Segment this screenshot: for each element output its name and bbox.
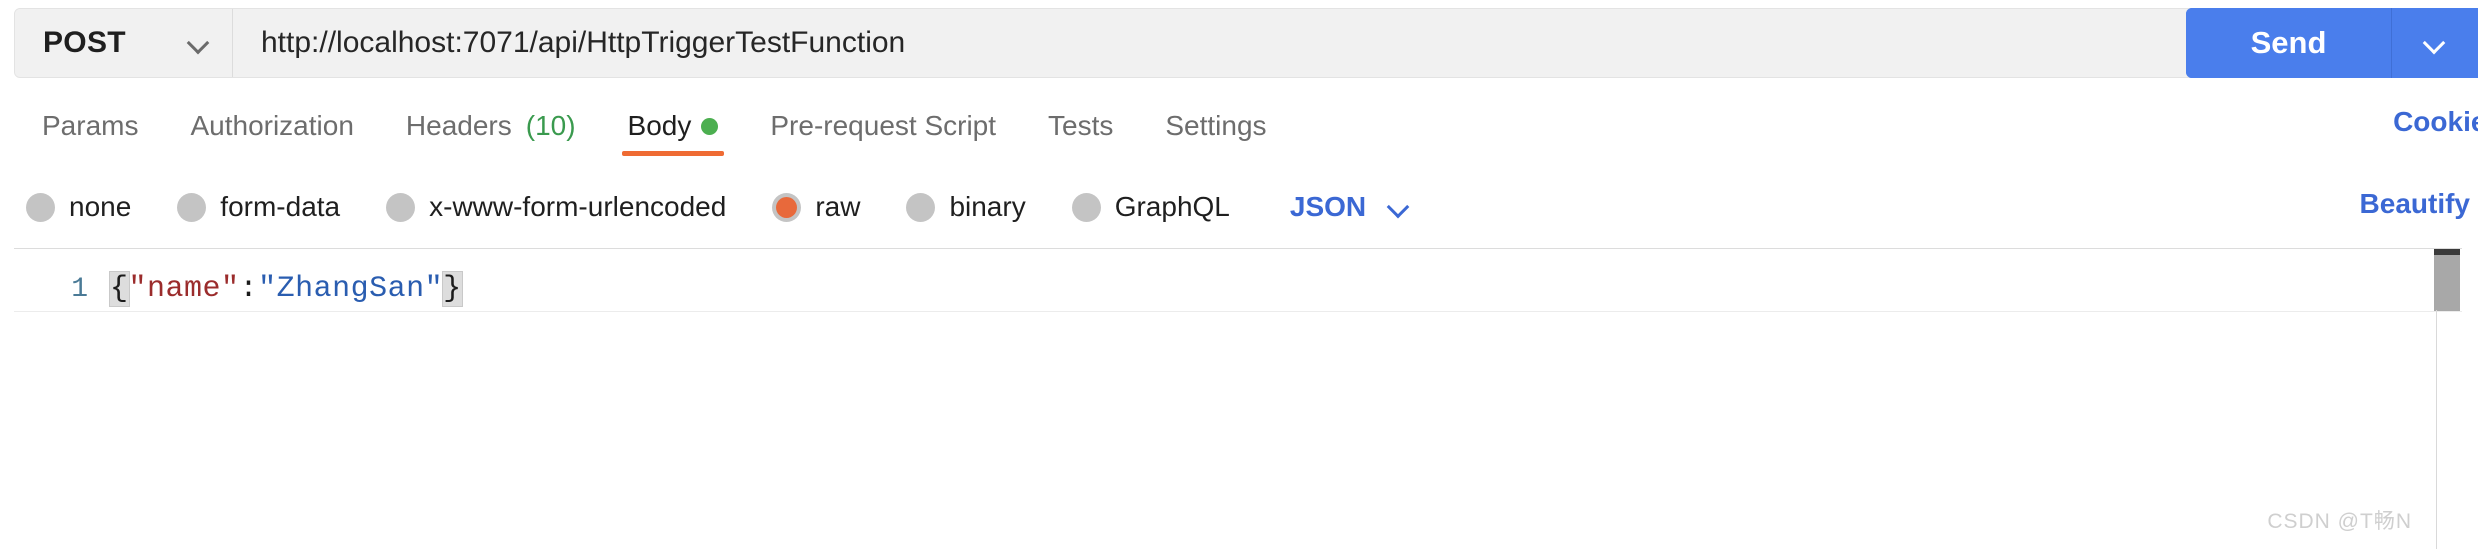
radio-icon [26,192,55,222]
scrollbar-thumb[interactable] [2434,255,2460,311]
cookies-link[interactable]: Cookies [2393,106,2478,138]
tab-label: Params [42,110,139,141]
tab-headers-count: (10) [525,110,576,141]
request-bar: POST Send [0,0,2478,92]
token-close-brace: } [442,271,463,307]
tab-label: Headers [405,110,512,141]
request-tabs-row: Params Authorization Headers (10) Body P… [0,98,2478,160]
code-row-divider [14,311,2462,312]
token-value: "ZhangSan" [258,272,444,306]
radio-label: form-data [220,191,341,222]
tab-label: Settings [1165,110,1267,141]
send-button[interactable]: Send [2186,8,2391,78]
tab-label: Authorization [190,110,354,141]
body-type-raw[interactable]: raw [772,191,860,223]
body-format-dropdown[interactable]: JSON [1290,191,1410,223]
tab-headers[interactable]: Headers (10) [380,98,602,150]
url-composite: POST [14,8,2376,78]
code-line-1[interactable]: 1 {"name":"ZhangSan"} [14,249,2462,315]
body-type-none[interactable]: none [26,191,131,223]
tab-label: Tests [1048,110,1114,141]
radio-icon [386,192,416,222]
radio-icon-selected [772,192,802,222]
line-number: 1 [71,273,88,305]
request-tabs: Params Authorization Headers (10) Body P… [16,98,1293,160]
http-method-dropdown[interactable]: POST [15,9,233,77]
url-input[interactable] [261,26,2347,60]
token-key: "name" [128,272,240,306]
beautify-button[interactable]: Beautify [2360,188,2470,220]
tab-tests[interactable]: Tests [1022,98,1139,150]
code-content[interactable]: {"name":"ZhangSan"} [109,271,463,307]
body-type-x-www-form-urlencoded[interactable]: x-www-form-urlencoded [386,191,726,223]
radio-label: GraphQL [1114,191,1230,222]
send-options-dropdown[interactable] [2391,8,2478,78]
body-type-row: none form-data x-www-form-urlencoded raw… [0,172,2478,242]
chevron-down-icon[interactable] [188,32,210,54]
body-code-editor[interactable]: 1 {"name":"ZhangSan"} [14,248,2462,549]
tab-body[interactable]: Body [602,98,745,156]
url-input-wrapper[interactable] [233,9,2375,77]
body-modified-dot-icon [701,117,719,135]
tab-pre-request-script[interactable]: Pre-request Script [744,98,1022,150]
radio-label: x-www-form-urlencoded [429,191,727,222]
tab-label: Body [627,110,692,141]
radio-label: none [69,191,132,222]
body-type-binary[interactable]: binary [906,191,1026,223]
watermark-text: CSDN @T畅N [2267,510,2412,533]
tab-label: Pre-request Script [770,110,997,141]
chevron-down-icon [1388,196,1410,218]
radio-icon [906,192,936,222]
radio-label: binary [949,191,1026,222]
send-button-group: Send [2186,8,2478,78]
http-method-label: POST [43,26,126,59]
body-type-options: none form-data x-www-form-urlencoded raw… [26,172,1410,242]
tab-active-underline [621,151,725,156]
tab-params[interactable]: Params [16,98,164,150]
tab-settings[interactable]: Settings [1139,98,1292,150]
radio-label: raw [815,191,861,222]
body-type-graphql[interactable]: GraphQL [1071,191,1230,223]
radio-icon [1071,192,1101,222]
body-type-form-data[interactable]: form-data [177,191,340,223]
panel-divider [2436,310,2437,549]
token-open-brace: { [109,271,130,307]
body-format-label: JSON [1289,191,1367,222]
chevron-down-icon [2424,32,2446,54]
radio-icon [177,192,207,222]
token-colon: : [239,272,259,306]
tab-authorization[interactable]: Authorization [164,98,379,150]
